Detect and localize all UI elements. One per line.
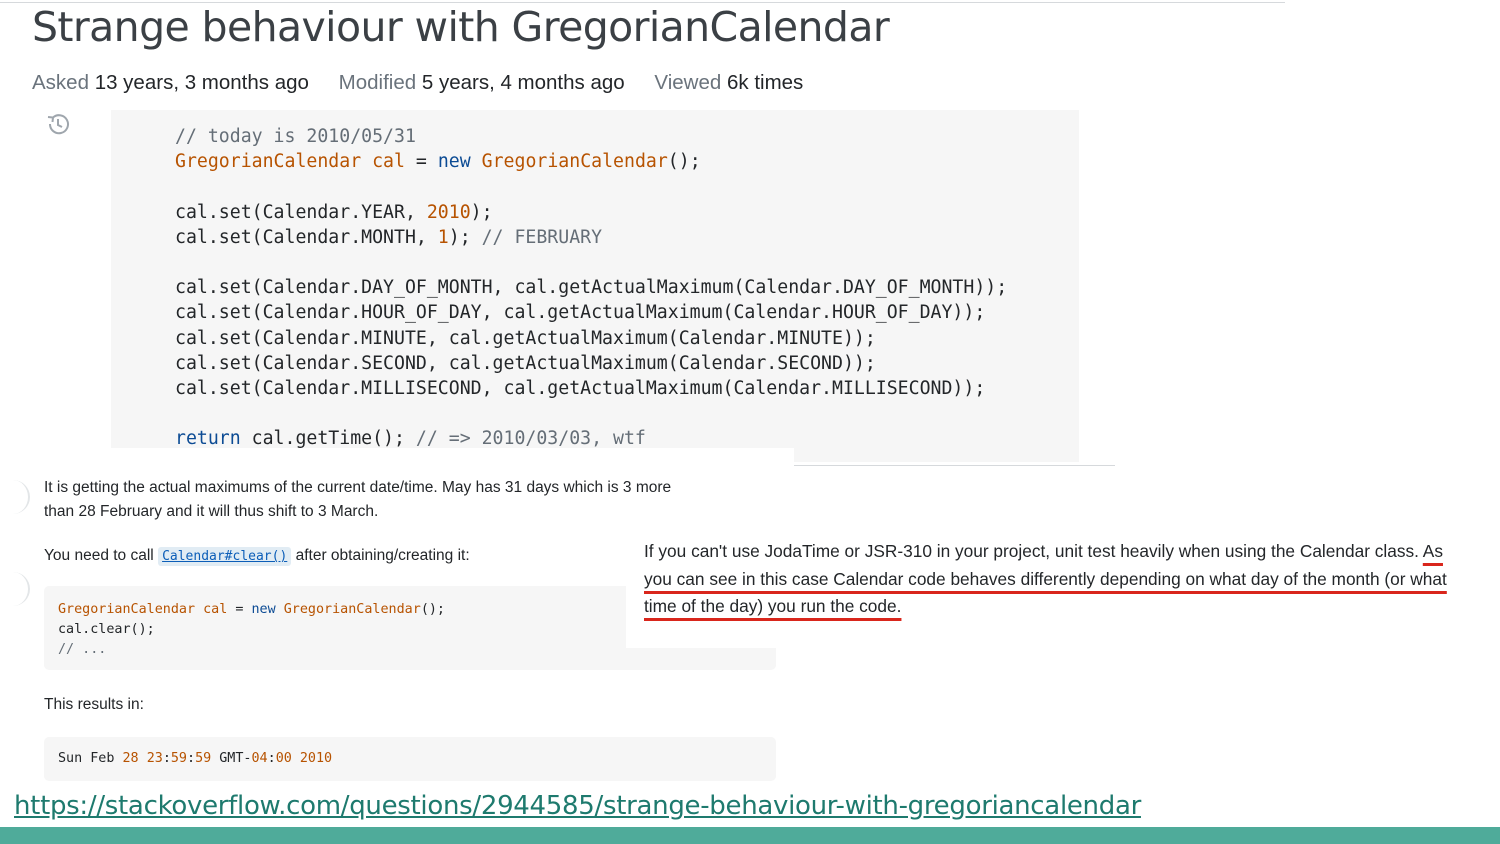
code-line: cal.set(Calendar.MILLISECOND, cal.getAct… — [175, 378, 986, 400]
modified-label: Modified — [338, 71, 417, 94]
asked-value[interactable]: 13 years, 3 months ago — [95, 71, 309, 94]
viewed-value: 6k times — [726, 71, 804, 94]
code-line: cal.set(Calendar.HOUR_OF_DAY, cal.getAct… — [175, 302, 986, 324]
code-line: cal.set(Calendar.YEAR, 2010); — [175, 201, 493, 223]
answer-code: GregorianCalendar cal = new GregorianCal… — [58, 600, 445, 660]
code-line: cal.set(Calendar.MINUTE, cal.getActualMa… — [175, 327, 876, 349]
result-code: Sun Feb 28 23:59:59 GMT-04:00 2010 — [58, 751, 333, 766]
source-link[interactable]: https://stackoverflow.com/questions/2944… — [14, 788, 1141, 824]
comment-text-plain: If you can't use JodaTime or JSR-310 in … — [644, 541, 1423, 561]
question-title[interactable]: Strange behaviour with GregorianCalendar — [32, 2, 890, 52]
asked-label: Asked — [32, 71, 89, 94]
code-line: cal.set(Calendar.DAY_OF_MONTH, cal.getAc… — [175, 277, 1008, 299]
history-icon[interactable] — [44, 110, 72, 138]
code-line: return cal.getTime(); // => 2010/03/03, … — [175, 428, 646, 450]
code-line: cal.set(Calendar.SECOND, cal.getActualMa… — [175, 352, 876, 374]
comment-text: If you can't use JodaTime or JSR-310 in … — [644, 538, 1464, 621]
clear-method-link[interactable]: Calendar#clear() — [158, 547, 292, 566]
comment-callout: If you can't use JodaTime or JSR-310 in … — [626, 530, 1500, 648]
question-code-block: // today is 2010/05/31 GregorianCalendar… — [111, 110, 1079, 462]
modified-value[interactable]: 5 years, 4 months ago — [422, 71, 625, 94]
result-code-block: Sun Feb 28 23:59:59 GMT-04:00 2010 — [44, 737, 776, 781]
code-line: cal.set(Calendar.MONTH, 1); // FEBRUARY — [175, 226, 603, 248]
answer-paragraph: This results in: — [44, 696, 144, 713]
viewed-label: Viewed — [654, 71, 722, 94]
answer-paragraph: You need to call Calendar#clear() after … — [44, 544, 470, 569]
answer-text: after obtaining/creating it: — [291, 547, 470, 564]
code-line: GregorianCalendar cal = new GregorianCal… — [175, 151, 701, 173]
answer-text: You need to call — [44, 547, 159, 564]
answer-paragraph-line: It is getting the actual maximums of the… — [44, 479, 672, 496]
code-line: GregorianCalendar cal = new GregorianCal… — [58, 602, 445, 617]
footer-bar — [0, 827, 1500, 844]
code-line: // ... — [58, 642, 107, 657]
answer-paragraph-line: than 28 February and it will thus shift … — [44, 503, 379, 520]
code-line: // today is 2010/05/31 — [175, 126, 416, 147]
question-code: // today is 2010/05/31 GregorianCalendar… — [175, 124, 1007, 452]
code-line: cal.clear(); — [58, 622, 155, 637]
question-meta: Asked 13 years, 3 months ago Modified 5 … — [32, 70, 803, 96]
